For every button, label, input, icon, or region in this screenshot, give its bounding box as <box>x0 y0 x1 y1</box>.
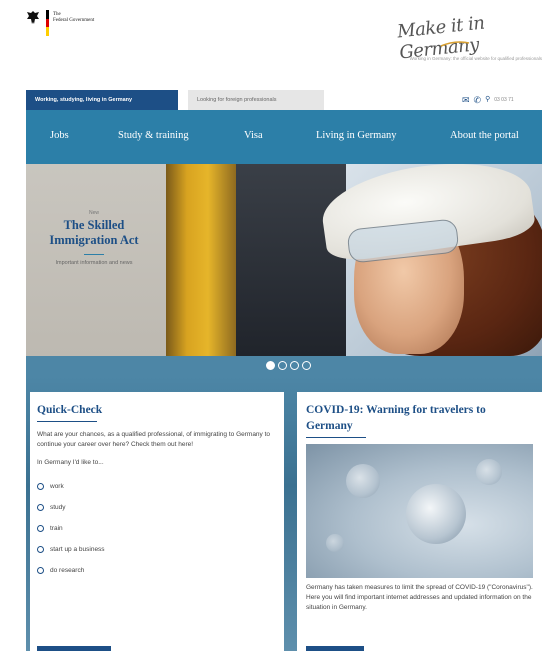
nav-about-portal[interactable]: About the portal <box>450 130 519 141</box>
eagle-icon <box>26 10 40 26</box>
quick-check-button[interactable] <box>37 646 111 651</box>
quick-check-title: Quick-Check <box>37 404 103 416</box>
option-study[interactable]: study <box>37 497 277 518</box>
gov-logo-text: The Federal Government <box>53 12 95 23</box>
covid-body: Germany has taken measures to limit the … <box>306 584 533 611</box>
hero-caption[interactable]: New The Skilled Immigration Act Importan… <box>30 210 158 268</box>
radio-icon[interactable] <box>37 525 44 532</box>
covid-read-more-button[interactable] <box>306 646 364 651</box>
nav-living-in-germany[interactable]: Living in Germany <box>316 130 396 141</box>
header-tools: ✉ ✆ ⚲ 03 03 71 <box>462 95 514 105</box>
nav-visa[interactable]: Visa <box>244 130 263 141</box>
hero-kicker: New <box>88 210 99 216</box>
main-navigation: Jobs Study & training Visa Living in Ger… <box>26 110 542 164</box>
search-icon[interactable]: ⚲ <box>485 95 490 105</box>
radio-icon[interactable] <box>37 567 44 574</box>
carousel-dot-1[interactable] <box>266 361 275 370</box>
portal-tagline: Working in Germany: the official website… <box>409 56 542 61</box>
hero-subtitle: Important information and news <box>55 260 133 266</box>
radio-icon[interactable] <box>37 546 44 553</box>
option-start-business[interactable]: start up a business <box>37 539 277 560</box>
covid-warning-card[interactable]: COVID-19: Warning for travelers to Germa… <box>297 392 542 651</box>
hero-carousel[interactable]: New The Skilled Immigration Act Importan… <box>26 164 542 356</box>
carousel-dot-3[interactable] <box>290 361 299 370</box>
carousel-pagination <box>266 361 311 370</box>
nav-jobs[interactable]: Jobs <box>50 130 69 141</box>
coronavirus-image <box>306 444 533 578</box>
portal-logo[interactable]: Make it in Germany <box>396 7 542 64</box>
option-train[interactable]: train <box>37 518 277 539</box>
radio-icon[interactable] <box>37 483 44 490</box>
hero-title: The Skilled Immigration Act <box>49 218 139 247</box>
tab-foreign-professionals[interactable]: Looking for foreign professionals <box>188 90 324 110</box>
quick-check-options: work study train start up a business do … <box>37 476 277 581</box>
phone-icon[interactable]: ✆ <box>474 95 482 105</box>
federal-government-logo[interactable]: The Federal Government <box>26 10 95 37</box>
quick-check-intro: What are your chances, as a qualified pr… <box>37 431 271 448</box>
radio-icon[interactable] <box>37 504 44 511</box>
carousel-dot-4[interactable] <box>302 361 311 370</box>
german-flag-icon <box>46 10 49 37</box>
option-research[interactable]: do research <box>37 560 277 581</box>
envelope-icon[interactable]: ✉ <box>462 95 470 105</box>
quick-check-prompt: In Germany I'd like to... <box>37 459 104 466</box>
carousel-dot-2[interactable] <box>278 361 287 370</box>
covid-title[interactable]: COVID-19: Warning for travelers to Germa… <box>306 402 533 434</box>
audience-tabs: Working, studying, living in Germany Loo… <box>26 90 324 110</box>
quick-check-card: Quick-Check What are your chances, as a … <box>30 392 284 651</box>
phone-number[interactable]: 03 03 71 <box>494 97 513 103</box>
option-work[interactable]: work <box>37 476 277 497</box>
portal-logo-swoosh-icon <box>440 41 470 47</box>
nav-study-training[interactable]: Study & training <box>118 130 189 141</box>
tab-working-studying-living[interactable]: Working, studying, living in Germany <box>26 90 178 110</box>
